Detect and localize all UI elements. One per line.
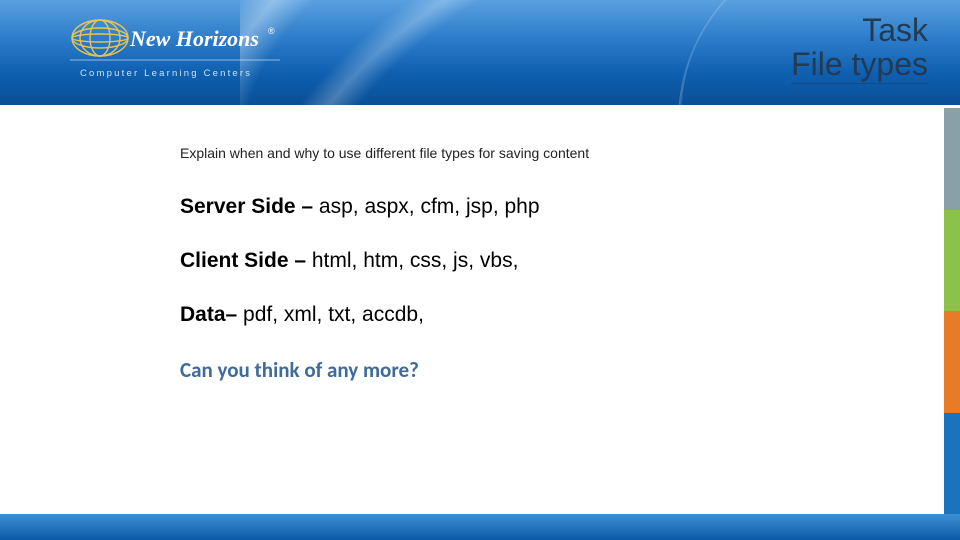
brand-name-text: New Horizons <box>129 26 259 51</box>
slide-body: Explain when and why to use different fi… <box>0 105 960 514</box>
accent-stripe <box>944 210 960 312</box>
accent-stripes <box>944 108 960 514</box>
brand-tagline: Computer Learning Centers <box>80 68 252 79</box>
accent-stripe <box>944 311 960 413</box>
row-value: asp, aspx, cfm, jsp, php <box>319 195 540 218</box>
title-line2: File types <box>791 48 928 85</box>
row-label: Data– <box>180 303 243 326</box>
row-value: pdf, xml, txt, accdb, <box>243 303 424 326</box>
slide-header: New Horizons ® Computer Learning Centers… <box>0 0 960 105</box>
slide-title: Task File types <box>791 14 928 84</box>
accent-stripe <box>944 108 960 210</box>
banner-sweep-decoration <box>240 0 960 105</box>
row-label: Client Side – <box>180 249 312 272</box>
file-type-row: Server Side – asp, aspx, cfm, jsp, php <box>180 195 960 219</box>
prompt-question: Can you think of any more? <box>180 357 960 383</box>
slide-footer-bar <box>0 514 960 540</box>
accent-stripe <box>944 413 960 515</box>
file-type-row: Data– pdf, xml, txt, accdb, <box>180 303 960 327</box>
row-label: Server Side – <box>180 195 319 218</box>
file-type-row: Client Side – html, htm, css, js, vbs, <box>180 249 960 273</box>
row-value: html, htm, css, js, vbs, <box>312 249 519 272</box>
brand-logo: New Horizons ® Computer Learning Centers <box>70 14 280 94</box>
globe-logo-icon: New Horizons ® Computer Learning Centers <box>70 14 280 94</box>
title-line1: Task <box>791 14 928 48</box>
instruction-text: Explain when and why to use different fi… <box>180 145 960 161</box>
registered-mark: ® <box>268 26 275 36</box>
